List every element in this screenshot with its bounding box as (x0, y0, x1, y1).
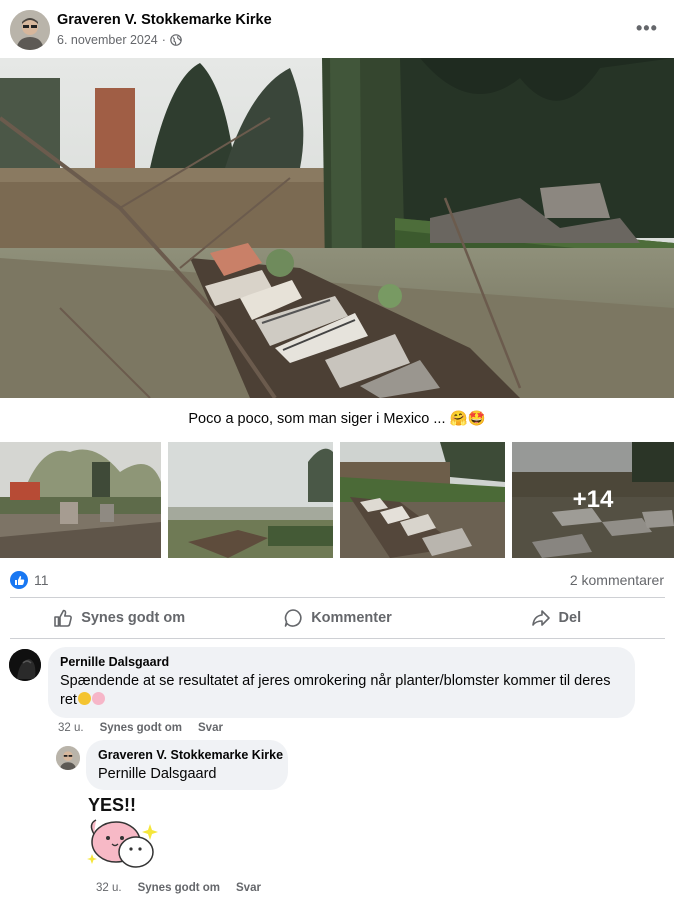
sticker[interactable]: YES!! (86, 794, 166, 874)
comment-count[interactable]: 2 kommentarer (570, 572, 664, 588)
post-author[interactable]: Graveren V. Stokkemarke Kirke (57, 12, 272, 28)
reply-meta: 32 u. Synes godt om Svar (96, 882, 261, 894)
share-button-label: Del (558, 610, 582, 626)
post-actions: Synes godt om Kommenter Del (10, 600, 665, 636)
divider (10, 638, 665, 639)
reply-reply-link[interactable]: Svar (236, 882, 261, 894)
divider (10, 597, 665, 598)
post-meta: 6. november 2024 · (57, 33, 182, 47)
comment: Pernille Dalsgaard Spændende at se resul… (0, 645, 674, 740)
photo-grid: +14 (0, 442, 674, 558)
comment-time[interactable]: 32 u. (58, 722, 84, 734)
reply-like-link[interactable]: Synes godt om (138, 882, 220, 894)
more-options-icon[interactable]: ••• (636, 18, 657, 38)
comment-like-link[interactable]: Synes godt om (100, 722, 182, 734)
main-photo[interactable] (0, 58, 674, 398)
thumbs-up-icon (54, 609, 73, 627)
comment-reply-link[interactable]: Svar (198, 722, 223, 734)
like-button-label: Synes godt om (81, 610, 186, 626)
photo-thumbnail-3[interactable] (340, 442, 505, 558)
reaction-count: 11 (34, 572, 49, 588)
comment-text: Spændende at se resultatet af jeres omro… (60, 673, 611, 708)
reply-bubble: Graveren V. Stokkemarke Kirke Pernille D… (86, 740, 288, 790)
sticker-text: YES!! (88, 795, 136, 815)
reply: Graveren V. Stokkemarke Kirke Pernille D… (0, 738, 674, 901)
photo-thumbnail-1[interactable] (0, 442, 161, 558)
photo-thumbnail-4[interactable]: +14 (512, 442, 674, 558)
reply-mention[interactable]: Pernille Dalsgaard (98, 765, 276, 784)
page-avatar[interactable] (10, 10, 50, 50)
more-photos-overlay[interactable]: +14 (512, 442, 674, 558)
reply-time[interactable]: 32 u. (96, 882, 122, 894)
photo-thumbnail-2[interactable] (168, 442, 333, 558)
like-icon (10, 571, 28, 589)
share-button[interactable]: Del (447, 600, 665, 636)
comment-author[interactable]: Pernille Dalsgaard (60, 655, 623, 669)
globe-icon (170, 34, 182, 46)
comment-button[interactable]: Kommenter (228, 600, 446, 636)
comment-icon (284, 609, 302, 627)
post-header: Graveren V. Stokkemarke Kirke 6. novembe… (0, 0, 674, 58)
reply-author[interactable]: Graveren V. Stokkemarke Kirke (98, 748, 283, 762)
cherry-blossom-emoji-icon (91, 692, 105, 705)
share-icon (531, 610, 550, 626)
post-caption: Poco a poco, som man siger i Mexico ... … (188, 411, 486, 427)
comment-bubble: Pernille Dalsgaard Spændende at se resul… (48, 647, 635, 718)
comment-meta: 32 u. Synes godt om Svar (58, 722, 223, 734)
blossom-emoji-icon (77, 692, 91, 705)
reactions-summary[interactable]: 11 (10, 568, 49, 592)
reply-avatar[interactable] (56, 746, 80, 770)
comment-button-label: Kommenter (311, 610, 392, 626)
meta-separator: · (161, 33, 166, 47)
commenter-avatar[interactable] (9, 649, 41, 681)
post-date[interactable]: 6. november 2024 (57, 33, 158, 47)
like-button[interactable]: Synes godt om (10, 600, 228, 636)
